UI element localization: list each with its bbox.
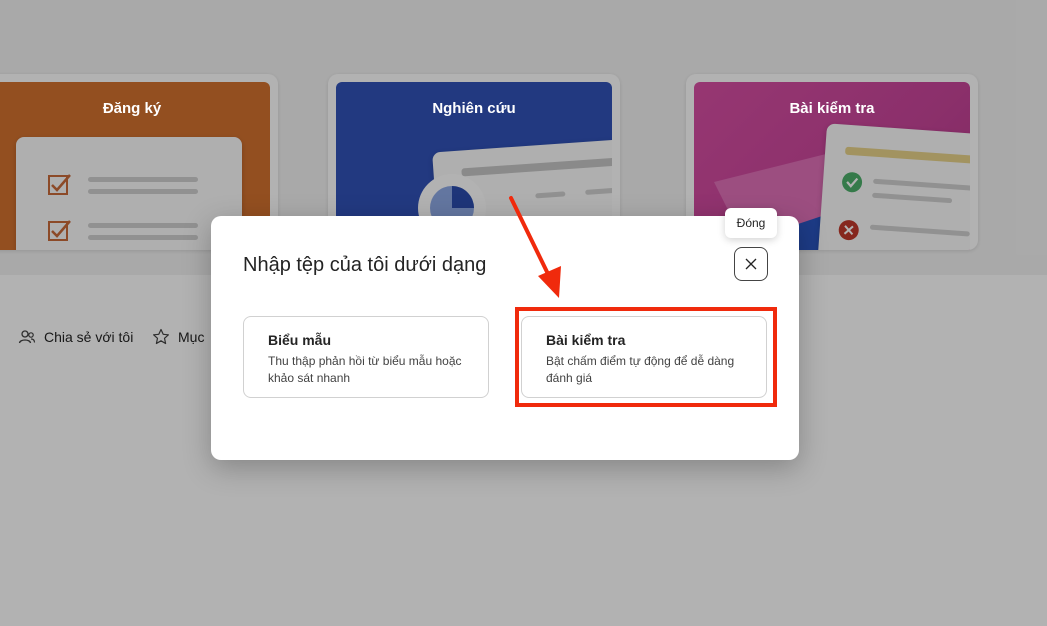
import-dialog: Nhập tệp của tôi dưới dạng Đóng Biểu mẫu…: [211, 208, 799, 460]
close-button[interactable]: [734, 247, 768, 281]
template-label: Bài kiểm tra: [789, 100, 875, 117]
dialog-title: Nhập tệp của tôi dưới dạng: [243, 254, 487, 276]
template-label: Nghiên cứu: [432, 100, 516, 117]
option-title: Biểu mẫu: [268, 332, 332, 348]
option-form[interactable]: Biểu mẫu Thu thập phản hồi từ biểu mẫu h…: [243, 316, 489, 398]
close-tooltip: Đóng: [725, 208, 777, 238]
template-label: Đăng ký: [102, 100, 162, 117]
option-description: Thu thập phản hồi từ biểu mẫu hoặc khảo …: [268, 354, 462, 385]
highlight-box: [515, 307, 777, 407]
close-icon: [745, 258, 757, 270]
